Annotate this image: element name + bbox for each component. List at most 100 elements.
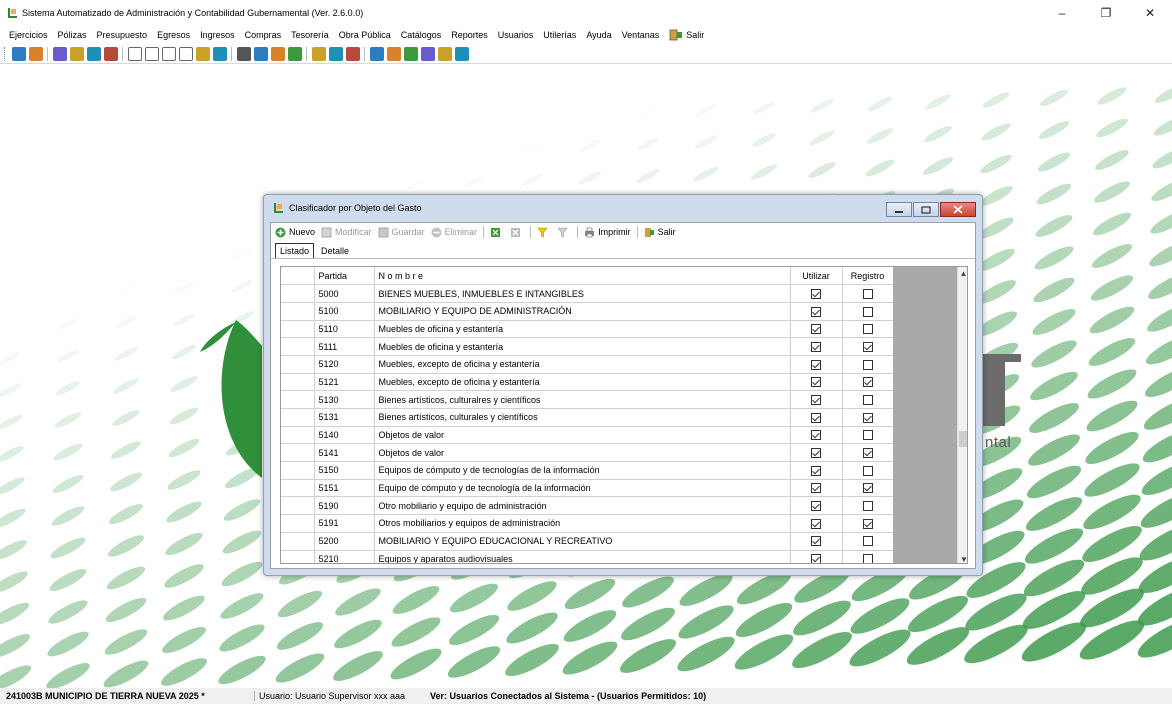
column-header-partida[interactable]: Partida: [314, 267, 375, 286]
calendar-icon[interactable]: [86, 46, 101, 61]
eliminar-button[interactable]: Eliminar: [431, 227, 477, 238]
report-icon[interactable]: [28, 46, 43, 61]
registro-checkbox[interactable]: [862, 501, 873, 512]
registro-checkbox[interactable]: [862, 306, 873, 317]
table-row[interactable]: 5100 MOBILIARIO Y EQUIPO DE ADMINISTRACIÓ…: [281, 302, 894, 321]
scroll-up-icon[interactable]: ▲: [958, 267, 967, 279]
menu-presupuesto[interactable]: Presupuesto: [97, 30, 148, 40]
menu-compras[interactable]: Compras: [245, 30, 282, 40]
nuevo-button[interactable]: Nuevo: [275, 227, 315, 238]
menu-salir[interactable]: Salir: [669, 29, 704, 41]
utilizar-checkbox[interactable]: [811, 359, 821, 370]
registro-checkbox[interactable]: [862, 465, 873, 476]
modificar-button[interactable]: Modificar: [321, 227, 372, 238]
utilizar-checkbox[interactable]: [811, 394, 821, 405]
row-selector[interactable]: [281, 479, 315, 498]
menu-catalogos[interactable]: Catálogos: [401, 30, 442, 40]
table-row[interactable]: 5190 Otro mobiliario y equipo de administ…: [281, 496, 894, 516]
users-icon[interactable]: [52, 46, 67, 61]
menu-ejercicios[interactable]: Ejercicios: [9, 30, 48, 40]
transfer-icon[interactable]: [69, 46, 84, 61]
utilizar-checkbox[interactable]: [811, 536, 821, 547]
utilizar-checkbox[interactable]: [811, 306, 821, 317]
table-row[interactable]: 5121 Muebles, excepto de oficina y estant…: [281, 373, 894, 392]
d-icon[interactable]: [144, 46, 159, 61]
row-selector[interactable]: [281, 426, 315, 445]
menu-ingresos[interactable]: Ingresos: [200, 30, 235, 40]
clear-filter-button[interactable]: [557, 227, 571, 238]
scroll-down-icon[interactable]: ▼: [958, 553, 967, 564]
restore-button[interactable]: ❐: [1084, 0, 1128, 26]
utilizar-checkbox[interactable]: [811, 483, 821, 494]
column-header-utilizar[interactable]: Utilizar: [790, 267, 843, 286]
table-row[interactable]: 5140 Objetos de valor: [281, 426, 894, 445]
dialog-minimize-button[interactable]: [886, 202, 912, 217]
help-book-icon[interactable]: [420, 46, 435, 61]
row-selector[interactable]: [281, 320, 315, 339]
e-icon[interactable]: [161, 46, 176, 61]
search-icon[interactable]: [403, 46, 418, 61]
c-icon[interactable]: [127, 46, 142, 61]
book-icon[interactable]: [195, 46, 210, 61]
tools-icon[interactable]: [328, 46, 343, 61]
row-selector[interactable]: [281, 496, 315, 516]
help-icon[interactable]: [454, 46, 469, 61]
table-row[interactable]: 5110 Muebles de oficina y estantería: [281, 320, 894, 339]
print-icon[interactable]: [212, 46, 227, 61]
tab-listado[interactable]: Listado: [275, 243, 315, 258]
tree-icon[interactable]: [369, 46, 384, 61]
table-row[interactable]: 5111 Muebles de oficina y estantería: [281, 337, 894, 356]
table-row[interactable]: 5150 Equipos de cómputo y de tecnologías …: [281, 461, 894, 480]
row-selector[interactable]: [281, 284, 315, 303]
registro-checkbox[interactable]: [862, 536, 873, 547]
imprimir-button[interactable]: Imprimir: [584, 227, 631, 238]
utilizar-checkbox[interactable]: [811, 554, 821, 563]
registro-checkbox[interactable]: [862, 430, 873, 441]
utilizar-checkbox[interactable]: [811, 518, 821, 529]
menu-tesoreria[interactable]: Tesorería: [291, 30, 329, 40]
menu-usuarios[interactable]: Usuarios: [498, 30, 534, 40]
guardar-button[interactable]: Guardar: [378, 227, 425, 238]
registro-checkbox[interactable]: [862, 518, 873, 529]
row-selector[interactable]: [281, 373, 315, 392]
table-row[interactable]: 5000 BIENES MUEBLES, INMUEBLES E INTANGIB…: [281, 284, 894, 303]
grid-vertical-scrollbar[interactable]: ▲ ▼: [957, 267, 967, 564]
row-selector[interactable]: [281, 302, 315, 321]
row-selector[interactable]: [281, 514, 315, 533]
utilizar-checkbox[interactable]: [811, 288, 821, 299]
registro-checkbox[interactable]: [862, 324, 873, 335]
menu-ayuda[interactable]: Ayuda: [586, 30, 611, 40]
table-row[interactable]: 5191 Otros mobiliarios y equipos de admin…: [281, 514, 894, 533]
row-selector[interactable]: [281, 532, 315, 551]
chart-icon[interactable]: [270, 46, 285, 61]
row-selector[interactable]: [281, 355, 315, 374]
utilizar-checkbox[interactable]: [811, 324, 821, 335]
menu-polizas[interactable]: Pólizas: [58, 30, 87, 40]
export-button[interactable]: [490, 227, 504, 238]
registro-checkbox[interactable]: [862, 377, 873, 388]
table-row[interactable]: 5120 Muebles, excepto de oficina y estant…: [281, 355, 894, 374]
utilizar-checkbox[interactable]: [811, 448, 821, 459]
menu-utilerias[interactable]: Utilerías: [543, 30, 576, 40]
grid-icon[interactable]: [103, 46, 118, 61]
dialog-close-button[interactable]: [940, 202, 976, 217]
cancel-button[interactable]: [510, 227, 524, 238]
utilizar-checkbox[interactable]: [811, 465, 821, 476]
status-connected-users[interactable]: Ver: Usuarios Conectados al Sistema - (U…: [424, 691, 706, 701]
table-row[interactable]: 5131 Bienes artísticos, culturales y cien…: [281, 408, 894, 427]
minimize-button[interactable]: –: [1040, 0, 1084, 26]
registro-checkbox[interactable]: [862, 288, 873, 299]
column-header-registro[interactable]: Registro: [842, 267, 894, 286]
registro-checkbox[interactable]: [862, 341, 873, 352]
row-selector[interactable]: [281, 461, 315, 480]
registro-checkbox[interactable]: [862, 394, 873, 405]
dialog-maximize-button[interactable]: [913, 202, 939, 217]
close-button[interactable]: ✕: [1128, 0, 1172, 26]
row-selector[interactable]: [281, 390, 315, 409]
row-selector[interactable]: [281, 337, 315, 356]
table-row[interactable]: 5151 Equipo de cómputo y de tecnología de…: [281, 479, 894, 498]
tab-detalle[interactable]: Detalle: [317, 244, 353, 258]
menu-obra-publica[interactable]: Obra Pública: [339, 30, 391, 40]
scroll-thumb[interactable]: [959, 431, 967, 447]
table-row[interactable]: 5210 Equipos y aparatos audiovisuales: [281, 550, 894, 563]
